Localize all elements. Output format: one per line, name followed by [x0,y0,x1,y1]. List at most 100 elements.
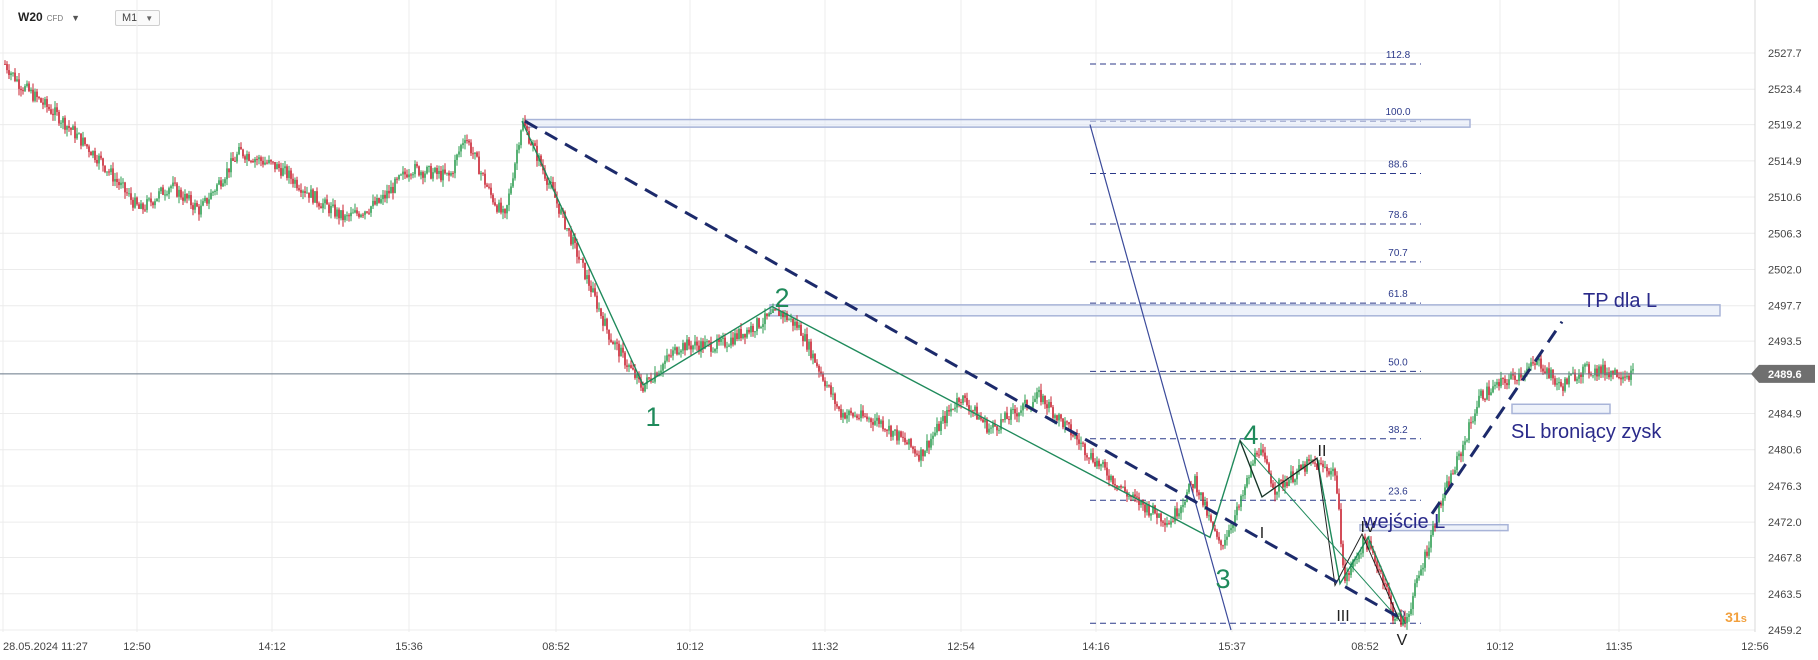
candle-down [320,206,322,209]
candle-up [344,215,346,221]
candle-down [186,193,188,199]
wave-label: 2 [774,283,789,313]
candle-down [470,142,472,154]
candle-down [14,72,16,81]
candle-down [1504,378,1506,384]
price-chart[interactable]: 112.8100.088.678.670.761.850.038.223.60.… [0,0,1818,660]
candle-up [336,209,338,217]
candle-down [806,334,808,350]
candle-up [1058,414,1060,421]
candle-up [346,215,348,217]
candle-up [1430,535,1432,548]
candle-up [114,178,116,182]
candle-down [1562,386,1564,391]
candle-up [1150,513,1152,516]
candle-down [38,97,40,99]
candle-down [856,415,858,418]
candle-up [604,318,606,326]
candle-down [490,187,492,195]
candle-down [1264,452,1266,460]
candle-up [1102,461,1104,465]
candle-down [748,329,750,333]
countdown-timer: 31s [1725,609,1747,625]
candle-up [1424,551,1426,568]
candle-up [1556,383,1558,385]
candle-up [1356,558,1358,560]
candle-up [268,159,270,163]
candle-down [576,242,578,257]
candle-down [612,341,614,345]
candle-down [844,413,846,419]
candle-up [1228,530,1230,537]
candle-up [1412,596,1414,610]
candle-down [290,170,292,179]
x-tick-label: 14:16 [1082,641,1110,653]
candle-down [6,64,8,71]
candle-down [430,166,432,179]
candle-up [566,228,568,230]
candle-down [902,436,904,438]
candle-up [1486,386,1488,400]
candle-up [794,321,796,326]
candle-down [1114,484,1116,486]
candle-up [294,179,296,184]
candle-up [734,333,736,345]
candle-down [308,192,310,198]
candle-down [206,197,208,204]
candle-down [1214,528,1216,531]
candle-down [1050,402,1052,408]
candle-up [442,169,444,181]
candle-down [396,178,398,180]
candle-down [496,205,498,212]
candle-down [36,91,38,98]
candle-down [1192,484,1194,488]
candle-up [1428,547,1430,556]
candle-up [620,347,622,357]
candle-down [1008,419,1010,421]
candle-up [1500,378,1502,387]
fib-anchor-line [1089,124,1232,631]
candle-down [86,144,88,147]
candle-up [276,164,278,170]
candle-up [236,154,238,162]
candle-down [1484,398,1486,400]
candle-up [1422,567,1424,570]
candle-up [790,318,792,320]
candle-down [966,397,968,406]
candle-up [314,191,316,203]
fib-level-label: 70.7 [1388,248,1408,259]
candle-down [938,423,940,431]
candle-down [142,203,144,210]
candle-down [918,454,920,461]
candle-down [280,168,282,176]
candle-up [954,407,956,410]
candle-up [936,423,938,433]
candle-down [1506,383,1508,386]
price-zones [524,118,1721,532]
candle-up [512,178,514,187]
chart-stage[interactable]: W20 CFD ▼ M1 ▼ 112.8 100.0 88.6 78.6 70.7 61.8 50… [0,0,1818,660]
candle-down [244,156,246,160]
candle-up [1200,492,1202,496]
candle-down [648,377,650,379]
candle-down [810,341,812,359]
candle-down [476,152,478,157]
candle-down [232,158,234,161]
candle-up [974,406,976,411]
candle-up [764,313,766,325]
candle-up [962,395,964,404]
candle-down [248,154,250,161]
candle-up [428,166,430,168]
candle-up [1232,525,1234,529]
candle-down [670,355,672,357]
candle-down [190,195,192,206]
candle-down [1198,492,1200,496]
candle-up [438,170,440,174]
candle-up [208,199,210,204]
candle-up [376,198,378,205]
candle-down [272,161,274,163]
candle-up [454,159,456,174]
candle-down [228,168,230,173]
candle-up [1546,368,1548,374]
countdown-unit: s [1741,613,1747,625]
